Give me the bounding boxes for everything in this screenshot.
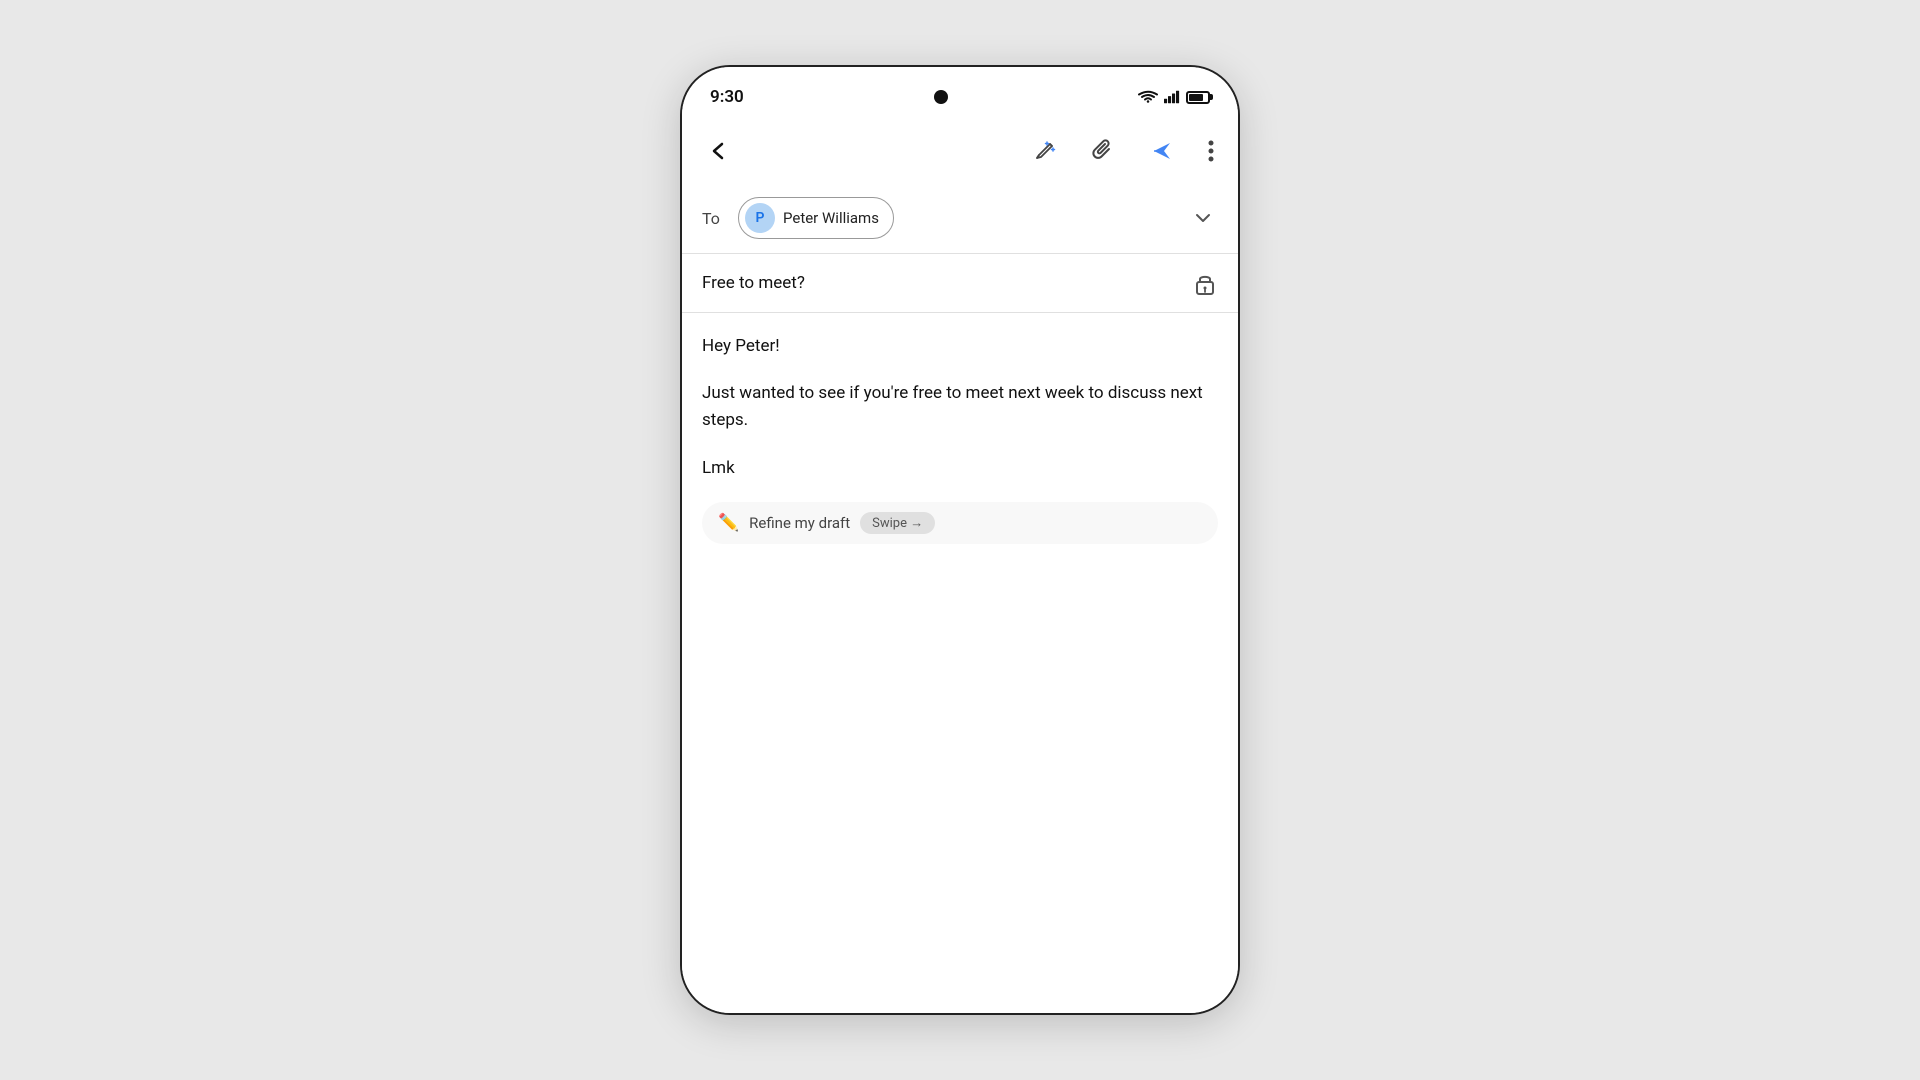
phone-frame: 9:30: [680, 65, 1240, 1015]
battery-icon: [1186, 91, 1210, 104]
ai-pencil-icon: ✏️: [718, 513, 739, 533]
body-text: Hey Peter! Just wanted to see if you're …: [702, 333, 1218, 482]
ai-suggestion-label: Refine my draft: [749, 514, 850, 532]
signal-icon: [1164, 90, 1180, 104]
compose-area: To P Peter Williams Free to meet?: [682, 183, 1238, 1013]
more-button[interactable]: [1204, 134, 1218, 168]
recipient-avatar: P: [745, 203, 775, 233]
ai-suggestion-bar[interactable]: ✏️ Refine my draft Swipe →: [702, 502, 1218, 544]
attach-button[interactable]: [1086, 134, 1120, 168]
swipe-badge: Swipe →: [860, 512, 935, 534]
subject-field: Free to meet?: [682, 254, 1238, 313]
body-line-1: Hey Peter!: [702, 333, 1218, 360]
lock-icon[interactable]: [1192, 270, 1218, 296]
edit-button[interactable]: [1028, 134, 1062, 168]
send-button[interactable]: [1144, 133, 1180, 169]
back-button[interactable]: [702, 134, 736, 168]
body-area[interactable]: Hey Peter! Just wanted to see if you're …: [682, 313, 1238, 1013]
recipient-chip[interactable]: P Peter Williams: [738, 197, 894, 239]
to-field: To P Peter Williams: [682, 183, 1238, 254]
body-line-2: Just wanted to see if you're free to mee…: [702, 380, 1218, 434]
recipient-name: Peter Williams: [783, 209, 879, 227]
toolbar: [682, 119, 1238, 183]
wifi-icon: [1138, 90, 1158, 104]
to-label: To: [702, 209, 726, 228]
status-icons: [1138, 90, 1210, 104]
swipe-text: Swipe →: [872, 515, 923, 531]
expand-recipients-button[interactable]: [1188, 203, 1218, 233]
subject-text[interactable]: Free to meet?: [702, 273, 1182, 293]
camera-dot: [934, 90, 948, 104]
status-bar: 9:30: [682, 67, 1238, 119]
body-line-3: Lmk: [702, 455, 1218, 482]
status-time: 9:30: [710, 87, 744, 107]
